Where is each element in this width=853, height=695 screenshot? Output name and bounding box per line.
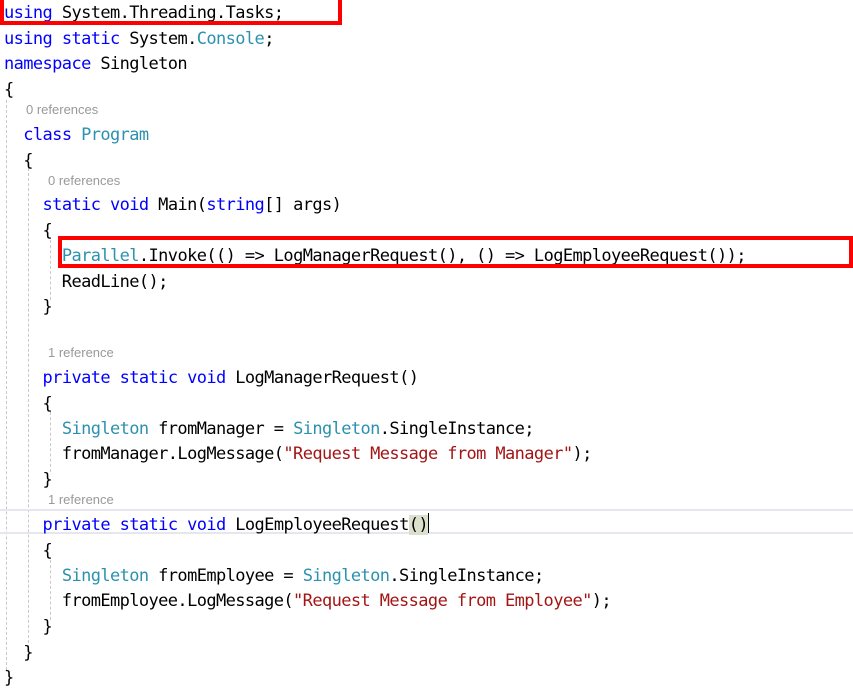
code-line-close-brace[interactable]: } (4, 641, 33, 666)
code-line-open-brace[interactable]: { (4, 392, 53, 417)
keyword-token: static (42, 195, 101, 215)
code-token: fromManager.LogMessage( (4, 444, 284, 464)
keyword-token: static (119, 368, 178, 388)
code-token: ); (572, 444, 592, 464)
code-token: } (4, 470, 53, 490)
code-line-readline-line[interactable]: ReadLine(); (4, 270, 169, 295)
type-token: Singleton (302, 566, 390, 586)
string-token: "Request Message from Manager" (283, 444, 573, 464)
keyword-token: static (119, 515, 178, 535)
code-token: .SingleInstance; (389, 566, 544, 586)
type-token: Singleton (61, 419, 149, 439)
keyword-token: private (42, 368, 111, 388)
code-line-close-brace[interactable]: } (4, 468, 53, 493)
code-token: { (4, 394, 53, 414)
code-line-main-signature[interactable]: static void Main(string[] args) (4, 193, 342, 218)
highlight-box-parallel-invoke (58, 236, 853, 268)
type-token: Console (196, 29, 265, 49)
code-token: } (4, 643, 33, 663)
code-token: { (4, 541, 53, 561)
code-token: { (4, 221, 53, 241)
keyword-token: private (42, 515, 111, 535)
code-line-close-brace[interactable]: } (4, 615, 53, 640)
type-token: Program (81, 125, 149, 145)
keyword-token: class (23, 125, 72, 145)
keyword-token: void (187, 515, 226, 535)
codelens-references[interactable]: 0 references (48, 173, 120, 189)
code-token: LogManagerRequest() (225, 368, 419, 388)
keyword-token: static (61, 29, 120, 49)
code-token: { (4, 80, 14, 100)
text-caret (428, 513, 429, 533)
keyword-token: using (4, 29, 53, 49)
code-token: } (4, 668, 14, 688)
code-line-singleton-assign-line[interactable]: Singleton fromEmployee = Singleton.Singl… (4, 564, 544, 589)
code-token: fromEmployee.LogMessage( (4, 591, 294, 611)
code-line-namespace-line[interactable]: namespace Singleton (4, 52, 188, 77)
codelens-references[interactable]: 1 reference (48, 345, 114, 361)
code-line-open-brace[interactable]: { (4, 149, 33, 174)
code-line-log-message-line[interactable]: fromEmployee.LogMessage("Request Message… (4, 589, 612, 614)
code-line-open-brace[interactable]: { (4, 539, 53, 564)
code-token: } (4, 617, 53, 637)
code-line-close-brace[interactable]: } (4, 295, 53, 320)
code-line-log-manager-signature[interactable]: private static void LogManagerRequest() (4, 366, 419, 391)
code-token: ); (591, 591, 612, 611)
code-token: } (4, 297, 53, 317)
code-token: fromEmployee = (148, 566, 303, 586)
type-token: Singleton (293, 419, 380, 439)
codelens-references[interactable]: 0 references (26, 102, 98, 118)
code-line-singleton-assign-line[interactable]: Singleton fromManager = Singleton.Single… (4, 417, 535, 442)
code-token: LogEmployeeRequest (225, 515, 409, 535)
keyword-token: namespace (4, 54, 91, 74)
code-token: () (408, 515, 429, 535)
code-token: ; (264, 29, 274, 49)
code-line-log-employee-signature[interactable]: private static void LogEmployeeRequest() (4, 513, 429, 538)
code-token: [] args) (264, 195, 342, 215)
code-token: System. (119, 29, 197, 49)
code-token: fromManager = (148, 419, 294, 439)
keyword-token: string (206, 195, 265, 215)
string-token: "Request Message from Employee" (293, 591, 592, 611)
code-line-open-brace[interactable]: { (4, 219, 53, 244)
keyword-token: void (187, 368, 226, 388)
highlight-box-using (0, 0, 342, 25)
code-line-class-line[interactable]: class Program (4, 123, 149, 148)
code-token: Main( (148, 195, 207, 215)
code-line-using-static-line[interactable]: using static System.Console; (4, 27, 274, 52)
keyword-token: void (110, 195, 149, 215)
code-token: { (4, 151, 33, 171)
code-token: ReadLine(); (4, 272, 169, 292)
code-token: Singleton (90, 54, 188, 74)
codelens-references[interactable]: 1 reference (48, 492, 114, 508)
code-line-open-brace[interactable]: { (4, 78, 14, 103)
code-token: .SingleInstance; (379, 419, 535, 439)
type-token: Singleton (61, 566, 149, 586)
code-line-log-message-line[interactable]: fromManager.LogMessage("Request Message … (4, 442, 593, 467)
code-line-close-brace[interactable]: } (4, 666, 14, 691)
